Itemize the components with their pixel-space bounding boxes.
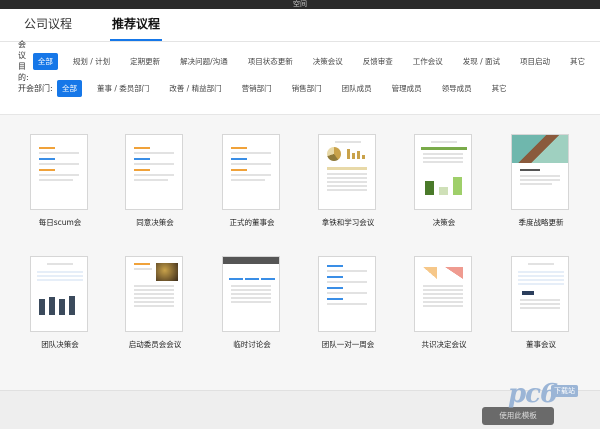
template-name: 拿铁和学习会议 [321,218,375,227]
purpose-chip-discovery-interview[interactable]: 发现 / 面试 [458,53,505,70]
purpose-filter-label: 会议目的: [18,40,29,82]
purpose-chip-feedback-review[interactable]: 反馈审查 [358,53,398,70]
template-card[interactable]: 同意决策会 [125,134,185,228]
template-thumbnail[interactable] [511,256,569,332]
purpose-chip-project-status[interactable]: 项目状态更新 [243,53,298,70]
purpose-chip-planning[interactable]: 规划 / 计划 [68,53,115,70]
template-thumbnail[interactable] [222,256,280,332]
template-thumbnail[interactable] [414,256,472,332]
template-card[interactable]: 团队一对一周会 [318,256,378,350]
window-title: 空间 [293,0,307,8]
template-card[interactable]: 启动委员会会议 [125,256,185,350]
template-thumbnail[interactable] [222,134,280,210]
template-name: 董事会议 [526,340,556,349]
template-name: 团队决策会 [41,340,79,349]
template-thumbnail[interactable] [318,256,376,332]
template-card[interactable]: 正式的董事会 [222,134,282,228]
department-chip-other[interactable]: 其它 [487,80,512,97]
template-card[interactable]: 每日scum会 [30,134,90,228]
purpose-filter-row: 会议目的: 全部 规划 / 计划 定期更新 解决问题/沟通 项目状态更新 决策会… [18,40,600,82]
department-filter-row: 开会部门: 全部 董事 / 委员部门 改善 / 精益部门 营销部门 销售部门 团… [18,79,600,97]
template-card[interactable]: 决策会 [414,134,474,228]
template-name: 临时讨论会 [233,340,271,349]
template-name: 正式的董事会 [229,218,275,227]
template-thumbnail[interactable] [511,134,569,210]
purpose-chip-project-kickoff[interactable]: 项目启动 [515,53,555,70]
template-name: 每日scum会 [38,218,82,227]
purpose-chip-problem-solving[interactable]: 解决问题/沟通 [175,53,233,70]
department-chip-board[interactable]: 董事 / 委员部门 [92,80,154,97]
department-chip-marketing[interactable]: 营销部门 [237,80,277,97]
purpose-chip-other[interactable]: 其它 [565,53,590,70]
department-chip-sales[interactable]: 销售部门 [287,80,327,97]
tab-recommended-agenda[interactable]: 推荐议程 [108,15,164,41]
department-chip-all[interactable]: 全部 [57,79,82,97]
tab-company-agenda[interactable]: 公司议程 [20,15,76,41]
template-card[interactable]: 拿铁和学习会议 [318,134,378,228]
purpose-chip-all[interactable]: 全部 [32,52,58,70]
template-thumbnail[interactable] [30,256,88,332]
template-name: 季度战略更新 [518,218,564,227]
template-name: 共识决定会议 [421,340,467,349]
pc6-watermark-logo: pc6 下载站 [508,379,578,413]
department-filter-label: 开会部门: [18,83,53,93]
purpose-chip-decision[interactable]: 决策会议 [308,53,348,70]
template-name: 团队一对一周会 [321,340,375,349]
template-name: 启动委员会会议 [128,340,182,349]
template-name: 决策会 [432,218,456,227]
purpose-chip-work-meeting[interactable]: 工作会议 [408,53,448,70]
watermark-logo-text: pc6 [508,379,558,409]
window-title-bar: 空间 [0,0,600,9]
template-name: 同意决策会 [136,218,174,227]
watermark-sub-text: 下载站 [551,385,578,397]
template-thumbnail[interactable] [125,134,183,210]
template-card[interactable]: 临时讨论会 [222,256,282,350]
template-thumbnail[interactable] [125,256,183,332]
template-card[interactable]: 董事会议 [511,256,571,350]
template-card[interactable]: 团队决策会 [30,256,90,350]
filter-panel: 会议目的: 全部 规划 / 计划 定期更新 解决问题/沟通 项目状态更新 决策会… [0,40,600,115]
department-chip-leadership[interactable]: 领导成员 [437,80,477,97]
purpose-chip-periodic-update[interactable]: 定期更新 [125,53,165,70]
template-thumbnail[interactable] [318,134,376,210]
tab-bar: 公司议程 推荐议程 [0,9,600,42]
template-card[interactable]: 共识决定会议 [414,256,474,350]
department-chip-team-members[interactable]: 团队成员 [337,80,377,97]
template-card[interactable]: 季度战略更新 [511,134,571,228]
department-chip-improvement[interactable]: 改善 / 精益部门 [164,80,226,97]
template-thumbnail[interactable] [414,134,472,210]
department-chip-management[interactable]: 管理成员 [387,80,427,97]
template-thumbnail[interactable] [30,134,88,210]
